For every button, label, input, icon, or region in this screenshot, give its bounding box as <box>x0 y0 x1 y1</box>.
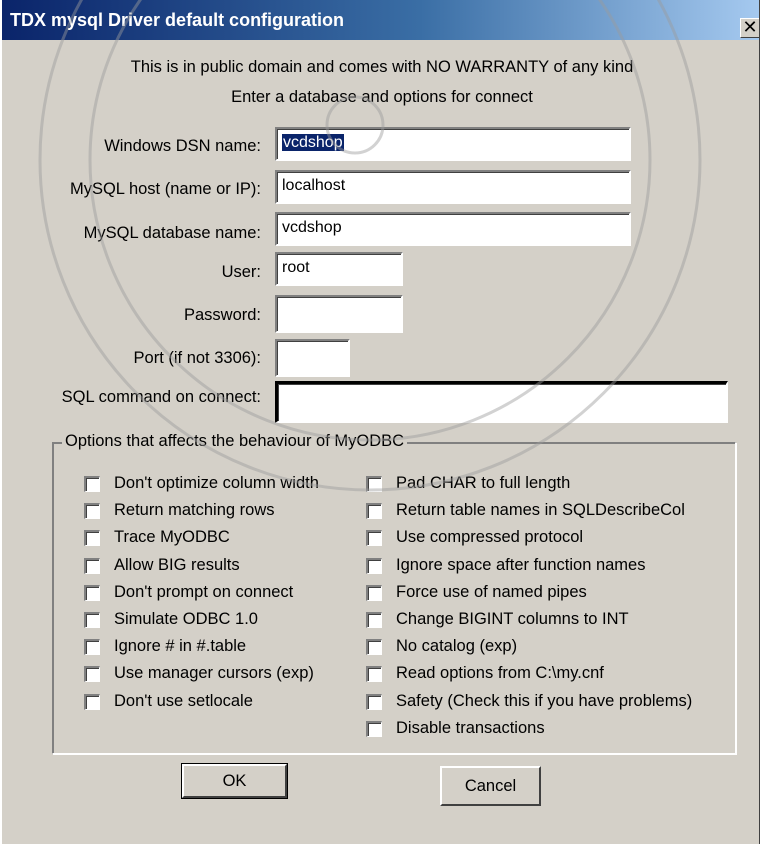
database-value: vcdshop <box>282 219 342 236</box>
instructions-text: Enter a database and options for connect <box>231 88 533 106</box>
checkbox-box[interactable] <box>366 720 382 737</box>
dsn-input[interactable]: vcdshop <box>275 127 631 161</box>
option-label: Don't use setlocale <box>114 691 253 710</box>
warranty-notice: This is in public domain and comes with … <box>130 58 634 76</box>
checkbox-box[interactable] <box>366 693 382 710</box>
ok-button[interactable]: OK <box>181 763 288 799</box>
host-label: MySQL host (name or IP): <box>69 180 261 198</box>
port-label: Port (if not 3306): <box>133 349 261 367</box>
sql-input[interactable] <box>275 381 728 423</box>
close-button[interactable]: ✕ <box>740 17 759 38</box>
option-label: Trace MyODBC <box>114 528 230 547</box>
option-label: Disable transactions <box>396 718 545 737</box>
checkbox-box[interactable] <box>84 693 100 710</box>
option-label: No catalog (exp) <box>396 637 518 656</box>
checkbox-box[interactable] <box>366 584 382 601</box>
checkbox-box[interactable] <box>84 557 100 574</box>
option-label: Ignore space after function names <box>396 555 646 574</box>
checkbox-box[interactable] <box>84 612 100 628</box>
checkbox-box[interactable] <box>366 666 382 683</box>
password-label: Password: <box>183 306 261 324</box>
checkbox-box[interactable] <box>366 503 382 520</box>
options-group-legend: Options that affects the behaviour of My… <box>62 432 408 451</box>
host-input[interactable]: localhost <box>275 170 631 204</box>
checkbox-box[interactable] <box>84 584 100 601</box>
close-icon: ✕ <box>742 17 758 37</box>
option-label: Force use of named pipes <box>396 582 587 601</box>
checkbox-box[interactable] <box>366 612 382 628</box>
option-label: Don't optimize column width <box>114 474 319 492</box>
checkbox-box[interactable] <box>366 476 382 492</box>
option-label: Don't prompt on connect <box>114 582 294 601</box>
option-label: Use manager cursors (exp) <box>114 664 314 683</box>
host-value: localhost <box>282 177 346 194</box>
checkbox-box[interactable] <box>84 666 100 683</box>
dialog-window: TDX mysql Driver default configuration ✕… <box>0 0 760 844</box>
dsn-value: vcdshop <box>282 134 344 151</box>
option-label: Read options from C:\my.cnf <box>396 664 604 683</box>
user-value: root <box>282 259 310 276</box>
checkbox-box[interactable] <box>84 530 100 547</box>
option-label: Change BIGINT columns to INT <box>396 610 629 628</box>
user-label: User: <box>221 263 261 281</box>
option-label: Use compressed protocol <box>396 528 584 547</box>
dsn-label: Windows DSN name: <box>104 137 261 155</box>
checkbox-box[interactable] <box>84 639 100 656</box>
database-label: MySQL database name: <box>83 224 261 242</box>
sql-label: SQL command on connect: <box>61 388 261 406</box>
ok-label: OK <box>222 772 247 790</box>
checkbox-box[interactable] <box>366 639 382 656</box>
password-input[interactable] <box>275 295 403 333</box>
database-input[interactable]: vcdshop <box>275 212 631 246</box>
option-label: Safety (Check this if you have problems) <box>396 691 693 710</box>
option-label: Ignore # in #.table <box>114 637 247 656</box>
cancel-button[interactable]: Cancel <box>440 766 541 806</box>
option-label: Pad CHAR to full length <box>396 474 571 492</box>
title-bar[interactable]: TDX mysql Driver default configuration ✕ <box>2 0 759 40</box>
option-label: Simulate ODBC 1.0 <box>114 610 258 628</box>
checkbox-box[interactable] <box>366 557 382 574</box>
checkbox-box[interactable] <box>84 476 100 492</box>
option-label: Return matching rows <box>114 501 275 520</box>
user-input[interactable]: root <box>275 252 403 286</box>
checkbox-box[interactable] <box>366 530 382 547</box>
cancel-label: Cancel <box>464 777 517 795</box>
option-label: Return table names in SQLDescribeCol <box>396 501 685 520</box>
checkbox-box[interactable] <box>84 503 100 520</box>
window-title: TDX mysql Driver default configuration <box>10 10 345 30</box>
option-label: Allow BIG results <box>114 555 240 574</box>
port-input[interactable] <box>275 339 350 377</box>
